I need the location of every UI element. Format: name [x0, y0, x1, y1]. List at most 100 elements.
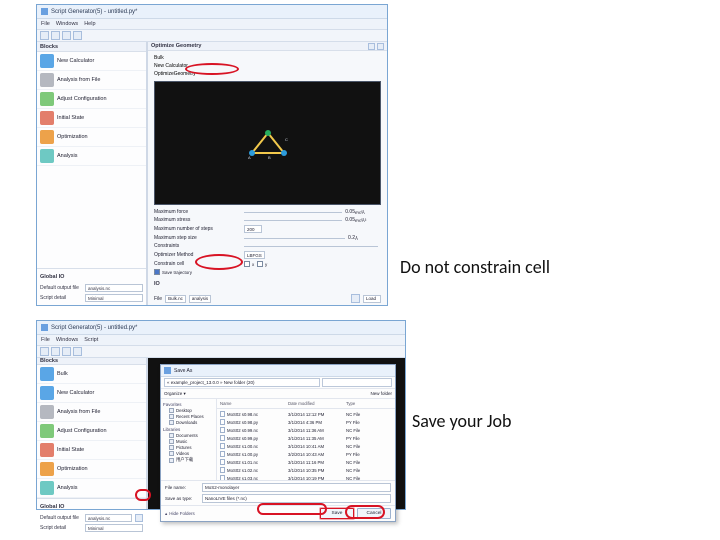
max-stress-label: Maximum stress: [154, 217, 244, 223]
folder-icon: [169, 414, 174, 419]
fav-desktop[interactable]: Desktop: [163, 408, 214, 413]
tree-bulk[interactable]: Bulk: [154, 55, 196, 61]
menu-file[interactable]: File: [41, 21, 50, 27]
file-row[interactable]: MoS02 s1.00.py3/2/2014 10:43 AMPY File: [217, 450, 395, 458]
new-folder-button[interactable]: New folder: [370, 391, 392, 396]
max-step-size-unit: Å: [355, 236, 381, 241]
optimize-form: Maximum force0.05eV/Å Maximum stress0.05…: [148, 207, 387, 305]
load-button[interactable]: Load: [363, 295, 381, 303]
hide-folders-toggle[interactable]: ▴ Hide Folders: [165, 511, 195, 517]
menu-windows[interactable]: Windows: [56, 337, 78, 343]
max-steps-value[interactable]: 200: [244, 225, 262, 233]
state-icon: [40, 111, 54, 125]
file-icon: [220, 459, 225, 465]
molecule-icon: A B C: [246, 127, 290, 159]
menu-bar: File Windows Script: [37, 335, 405, 346]
saveastype-input[interactable]: NanoLIVE files (*.nc): [202, 494, 391, 503]
lib-userdl[interactable]: 用户下载: [163, 457, 214, 463]
folder-icon[interactable]: [351, 294, 360, 303]
output-file-field[interactable]: analysis.nc: [85, 284, 143, 292]
file-row[interactable]: MoS02 s0.99.py3/1/2014 11:35 AMPY File: [217, 434, 395, 442]
block-initial-state[interactable]: Initial State: [37, 441, 146, 460]
block-bulk[interactable]: Bulk: [37, 365, 146, 384]
highlight-circle-filename: [257, 503, 327, 515]
breadcrumb[interactable]: « example_project_13.0.0 » New folder (2…: [164, 378, 320, 387]
block-new-calculator[interactable]: New Calculator: [37, 384, 146, 403]
block-new-calculator[interactable]: New Calculator: [37, 52, 146, 71]
max-step-size-value[interactable]: 0.2: [348, 235, 355, 241]
folder-icon: [169, 433, 174, 438]
menu-help[interactable]: Help: [84, 21, 95, 27]
checkbox-icon: [257, 261, 263, 267]
menu-script[interactable]: Script: [84, 337, 98, 343]
save-trajectory[interactable]: Save trajectory: [154, 269, 192, 275]
script-detail-field[interactable]: Minimal: [85, 294, 143, 302]
max-stress-value[interactable]: 0.05: [345, 217, 355, 223]
tool-icon[interactable]: [51, 31, 60, 40]
search-input[interactable]: [322, 378, 392, 387]
block-analysis-from-file[interactable]: Analysis from File: [37, 403, 146, 422]
max-force-value[interactable]: 0.05: [345, 209, 355, 215]
script-detail-field[interactable]: Minimal: [85, 524, 143, 532]
menu-file[interactable]: File: [41, 337, 50, 343]
toolbar: [37, 346, 405, 358]
io-analysis[interactable]: analysis: [189, 295, 211, 303]
optimize-header: Optimize Geometry: [148, 42, 387, 51]
minimize-icon[interactable]: [368, 43, 375, 50]
block-adjust-config[interactable]: Adjust Configuration: [37, 422, 146, 441]
menu-windows[interactable]: Windows: [56, 21, 78, 27]
tool-icon[interactable]: [73, 31, 82, 40]
fav-downloads[interactable]: Downloads: [163, 420, 214, 425]
file-icon: [220, 411, 225, 417]
save-titlebar: Save As: [161, 365, 395, 377]
block-optimization[interactable]: Optimization: [37, 460, 146, 479]
col-date[interactable]: Date modified: [288, 401, 346, 406]
state-icon: [40, 443, 54, 457]
tool-icon[interactable]: [51, 347, 60, 356]
toolbar: [37, 30, 387, 42]
file-row[interactable]: MoS02 s0.98.py3/1/2014 4:36 PMPY File: [217, 418, 395, 426]
optimizer-value[interactable]: LBFGS: [244, 251, 265, 259]
tool-icon[interactable]: [73, 347, 82, 356]
tool-icon[interactable]: [40, 347, 49, 356]
lib-pictures[interactable]: Pictures: [163, 445, 214, 450]
global-io-panel: Global IO Default output file analysis.n…: [37, 498, 146, 535]
svg-text:C: C: [285, 137, 288, 142]
saveastype-label: Save as type:: [165, 496, 199, 501]
constrain-y[interactable]: y: [257, 261, 267, 267]
3d-viewport[interactable]: A B C: [154, 81, 381, 205]
block-analysis-from-file[interactable]: Analysis from File: [37, 71, 146, 90]
io-file-value[interactable]: Bulk.nc: [165, 295, 186, 303]
lib-music[interactable]: Music: [163, 439, 214, 444]
filename-input[interactable]: MoS2-monolayer: [202, 483, 391, 492]
close-icon[interactable]: [377, 43, 384, 50]
config-icon: [40, 424, 54, 438]
block-analysis[interactable]: Analysis: [37, 479, 146, 498]
tool-icon[interactable]: [62, 347, 71, 356]
lib-documents[interactable]: Documents: [163, 433, 214, 438]
fav-recent[interactable]: Recent Places: [163, 414, 214, 419]
file-row[interactable]: MoS02 s0.98.nc3/1/2014 12:12 PMNC File: [217, 410, 395, 418]
block-initial-state[interactable]: Initial State: [37, 109, 146, 128]
folder-icon: [169, 458, 174, 463]
folder-icon: [169, 420, 174, 425]
block-analysis[interactable]: Analysis: [37, 147, 146, 166]
tool-icon[interactable]: [40, 31, 49, 40]
file-icon: [220, 451, 225, 457]
constrain-x[interactable]: x: [244, 261, 254, 267]
file-row[interactable]: MoS02 s1.02.nc3/1/2014 10:35 PMNC File: [217, 466, 395, 474]
block-adjust-config[interactable]: Adjust Configuration: [37, 90, 146, 109]
sender-button[interactable]: [135, 514, 143, 522]
lib-videos[interactable]: Videos: [163, 451, 214, 456]
file-row[interactable]: MoS02 s0.99.nc3/1/2014 11:36 AMNC File: [217, 426, 395, 434]
file-rows: MoS02 s0.98.nc3/1/2014 12:12 PMNC File M…: [217, 409, 395, 480]
col-type[interactable]: Type: [346, 401, 392, 406]
file-row[interactable]: MoS02 s1.01.nc3/1/2014 11:16 PMNC File: [217, 458, 395, 466]
output-file-field[interactable]: analysis.nc: [85, 514, 132, 522]
block-optimization[interactable]: Optimization: [37, 128, 146, 147]
file-icon: [220, 427, 225, 433]
organize-button[interactable]: Organize ▾: [164, 391, 186, 397]
file-row[interactable]: MoS02 s1.00.nc3/1/2014 10:41 AMNC File: [217, 442, 395, 450]
tool-icon[interactable]: [62, 31, 71, 40]
col-name[interactable]: Name: [220, 401, 288, 406]
